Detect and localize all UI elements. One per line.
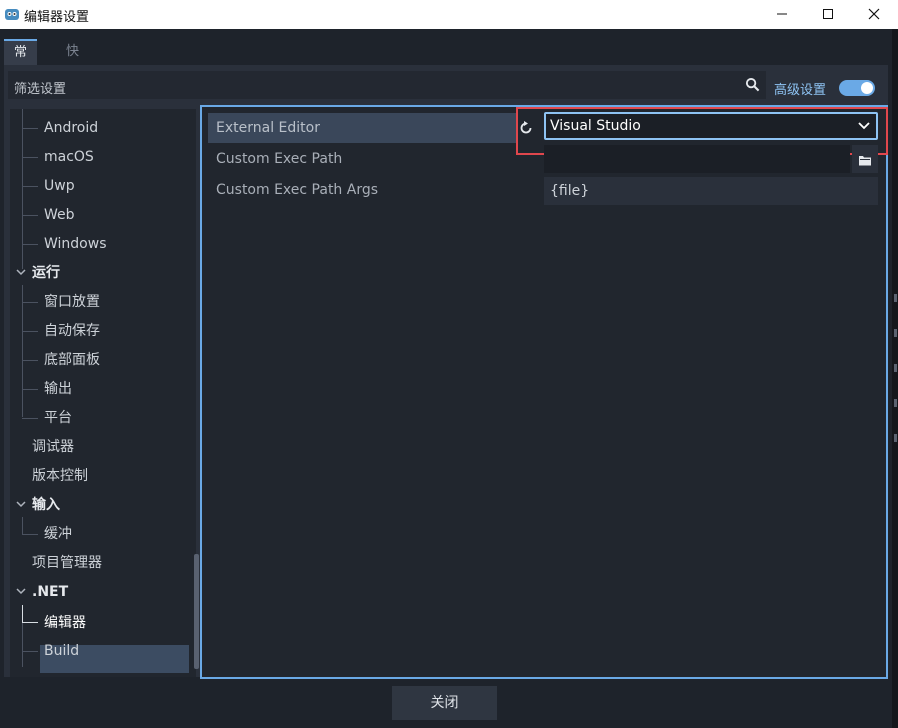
close-button[interactable]: 关闭 <box>392 686 497 720</box>
window-titlebar: 编辑器设置 <box>0 0 898 30</box>
advanced-settings-toggle[interactable] <box>839 80 875 96</box>
tree-guide-line <box>22 389 38 390</box>
tree-guide-line <box>22 109 23 269</box>
tree-item-web[interactable]: Web <box>44 204 75 226</box>
tree-guide-line <box>22 128 38 129</box>
tree-item-uwp[interactable]: Uwp <box>44 175 75 197</box>
chevron-down-icon[interactable] <box>16 586 26 596</box>
custom-exec-path-input[interactable] <box>544 145 850 173</box>
godot-app-icon <box>5 9 19 20</box>
chevron-down-icon[interactable] <box>16 267 26 277</box>
tree-item-version-control[interactable]: 版本控制 <box>32 465 88 487</box>
tree-item-buffering[interactable]: 缓冲 <box>44 523 72 545</box>
folder-icon <box>859 156 871 166</box>
tree-guide-line <box>22 186 38 187</box>
tree-item-bottom-panel[interactable]: 底部面板 <box>44 349 100 371</box>
close-icon <box>868 8 880 20</box>
prop-custom-exec-path: Custom Exec Path <box>216 151 343 167</box>
maximize-button[interactable] <box>805 0 851 28</box>
tree-guide-line <box>22 651 38 652</box>
tree-guide-line <box>22 285 23 417</box>
tree-item-run[interactable]: 运行 <box>32 262 60 284</box>
tree-item-output[interactable]: 输出 <box>44 378 72 400</box>
tree-guide-line <box>22 157 38 158</box>
tree-item-dotnet[interactable]: .NET <box>32 581 68 603</box>
filter-settings-input[interactable]: 筛选设置 <box>8 71 766 99</box>
tree-guide-line <box>22 215 38 216</box>
tree-scrollbar[interactable] <box>194 554 199 669</box>
chevron-down-icon[interactable] <box>16 499 26 509</box>
background-window-edge <box>892 29 898 728</box>
tree-item-window-placement[interactable]: 窗口放置 <box>44 291 100 313</box>
tree-guide-line <box>22 517 23 535</box>
browse-file-button[interactable] <box>852 145 878 173</box>
tree-guide-line <box>22 534 38 535</box>
tree-item-macos[interactable]: macOS <box>44 146 94 168</box>
tab-general[interactable]: 常规 <box>4 39 38 84</box>
custom-exec-path-args-input[interactable]: {file} <box>544 177 878 205</box>
search-icon <box>745 77 760 92</box>
tree-item-editor[interactable]: 编辑器 <box>44 612 86 634</box>
tree-guide-line <box>22 418 38 419</box>
prop-external-editor: External Editor <box>208 113 518 143</box>
advanced-settings-label: 高级设置 <box>774 83 827 98</box>
window-title: 编辑器设置 <box>24 10 90 25</box>
minimize-button[interactable] <box>759 0 805 28</box>
settings-section-tree: Android macOS Uwp Web Windows 运行 窗口放置 自动… <box>10 109 199 677</box>
tree-guide-line <box>22 605 23 623</box>
settings-panel: 筛选设置 高级设置 Android macOS Uwp Web Windows … <box>4 65 888 679</box>
tree-guide-line <box>22 622 38 623</box>
tab-shortcuts[interactable]: 快捷键 <box>56 39 89 111</box>
maximize-icon <box>823 9 833 19</box>
tree-guide-line <box>22 302 38 303</box>
tree-item-platform[interactable]: 平台 <box>44 407 72 429</box>
tree-guide-line <box>22 360 38 361</box>
prop-custom-exec-path-args: Custom Exec Path Args <box>216 182 379 198</box>
tree-item-build[interactable]: Build <box>44 640 79 662</box>
minimize-icon <box>777 13 787 15</box>
toggle-knob <box>861 82 873 94</box>
tree-item-windows[interactable]: Windows <box>44 233 107 255</box>
tree-item-project-manager[interactable]: 项目管理器 <box>32 552 102 574</box>
tree-item-debugger[interactable]: 调试器 <box>32 436 74 458</box>
tree-item-autosave[interactable]: 自动保存 <box>44 320 100 342</box>
tree-item-input[interactable]: 输入 <box>32 494 60 516</box>
settings-inspector: External Editor Custom Exec Path Custom … <box>200 105 888 679</box>
tree-guide-line <box>22 244 38 245</box>
tree-guide-line <box>22 331 38 332</box>
close-window-button[interactable] <box>851 0 897 28</box>
editor-settings-dialog: 常规 快捷键 筛选设置 高级设置 Android macOS Uwp Web <box>0 29 892 728</box>
tree-item-android[interactable]: Android <box>44 117 98 139</box>
filter-placeholder: 筛选设置 <box>14 82 67 97</box>
